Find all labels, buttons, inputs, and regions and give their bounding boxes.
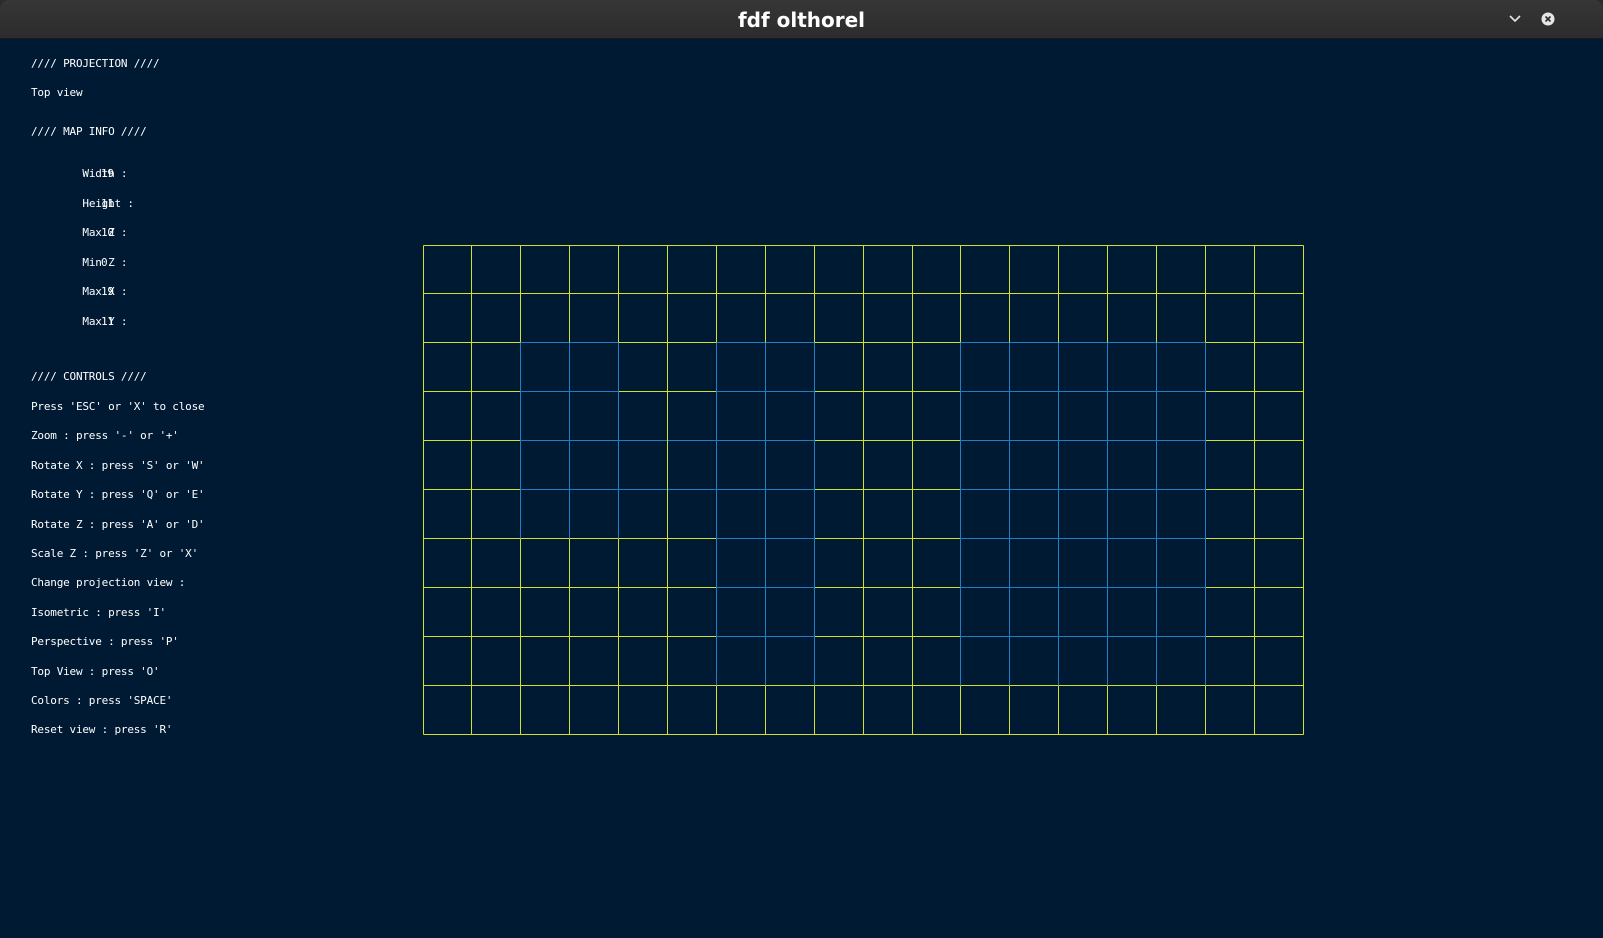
close-icon[interactable]: [1538, 9, 1558, 29]
chevron-down-icon[interactable]: [1505, 9, 1525, 29]
title-bar[interactable]: fdf olthorel: [0, 0, 1603, 39]
window-title: fdf olthorel: [737, 8, 866, 32]
fdf-window: fdf olthorel //// PROJECTION //// Top vi…: [0, 0, 1603, 938]
render-canvas[interactable]: //// PROJECTION //// Top view //// MAP I…: [1, 39, 1602, 938]
wireframe-map: [423, 245, 1304, 735]
